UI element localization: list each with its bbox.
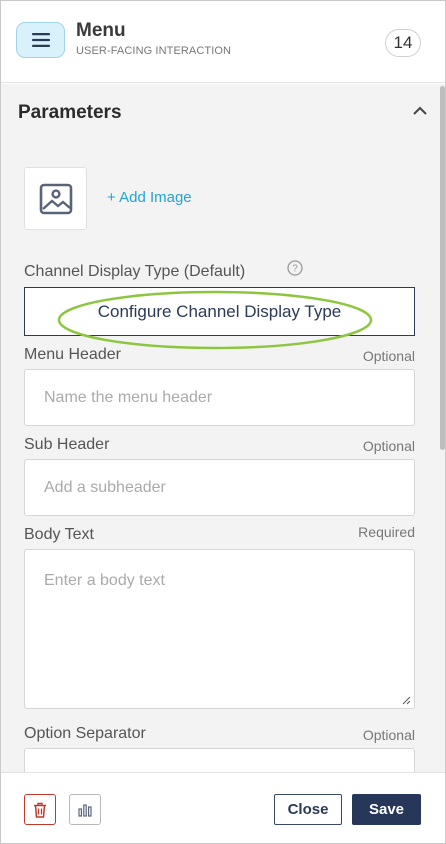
question-circle-icon[interactable]: ? [287,260,303,276]
menu-header-optional: Optional [362,348,415,364]
menu-header-placeholder: Name the menu header [44,388,213,406]
image-icon [39,183,72,214]
body-text-label: Body Text [24,526,94,543]
option-separator-input[interactable] [24,748,415,772]
panel-body: Parameters + Add Image Channel Display T… [1,84,445,772]
option-separator-optional: Optional [362,727,415,743]
menu-header-input[interactable]: Name the menu header [24,369,415,426]
resize-handle-icon[interactable] [402,696,411,705]
sub-header-optional: Optional [362,438,415,454]
channel-display-label: Channel Display Type (Default) [24,263,246,280]
body-text-required: Required [358,524,415,540]
menu-header-label: Menu Header [24,346,121,363]
sub-header-label: Sub Header [24,436,110,453]
body-text-placeholder: Enter a body text [44,572,165,589]
close-button[interactable]: Close [274,794,342,825]
image-placeholder[interactable] [24,167,87,230]
configure-channel-display-button[interactable]: Configure Channel Display Type [24,287,415,336]
sub-header-placeholder: Add a subheader [44,478,166,496]
panel-title: Menu [76,20,126,41]
svg-text:?: ? [292,264,298,275]
node-id-badge: 14 [385,29,421,57]
scrollbar[interactable] [439,84,445,772]
body-text-input[interactable]: Enter a body text [24,549,415,709]
scrollbar-thumb[interactable] [440,86,445,450]
panel-subtitle: USER-FACING INTERACTION [76,45,232,57]
option-separator-label: Option Separator [24,725,146,742]
bar-chart-icon [78,803,92,817]
hamburger-icon [31,33,50,47]
add-image-link[interactable]: + Add Image [107,189,192,206]
sub-header-input[interactable]: Add a subheader [24,459,415,516]
parameters-heading: Parameters [18,102,122,123]
delete-button[interactable] [24,794,56,825]
save-button[interactable]: Save [352,794,421,825]
menu-panel: Menu USER-FACING INTERACTION 14 Paramete… [0,0,446,844]
chevron-up-icon[interactable] [411,104,429,118]
statistics-button[interactable] [69,794,101,825]
panel-header: Menu USER-FACING INTERACTION 14 [1,1,445,83]
trash-icon [34,802,46,818]
menu-type-button[interactable] [16,22,65,58]
panel-footer: Close Save [1,772,445,843]
